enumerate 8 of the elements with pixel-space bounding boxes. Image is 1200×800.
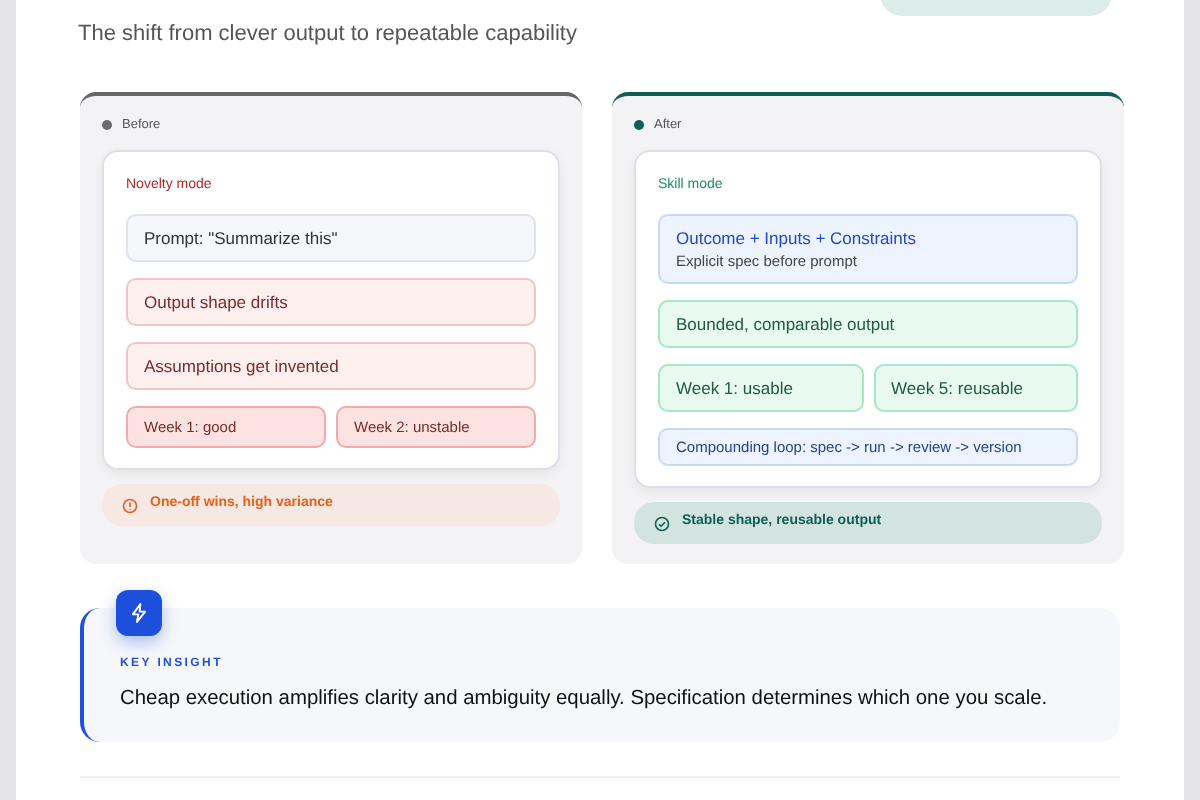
insight-text: Cheap execution amplifies clarity and ambiguity equally. Specification determines which one you scale. (120, 685, 1050, 714)
outcome-block: Week 1: usable (658, 364, 863, 413)
outcome-block: Week 5: reusable (873, 364, 1078, 413)
issue-block: Output shape drifts (126, 277, 536, 327)
subtitle: The shift from clever output to repeatable capability (78, 20, 579, 50)
outcome-block: Bounded, comparable output (658, 299, 1078, 349)
issue-block: Assumptions get invented (126, 342, 536, 391)
prompt-block: Prompt: "Summarize this" (126, 213, 536, 262)
